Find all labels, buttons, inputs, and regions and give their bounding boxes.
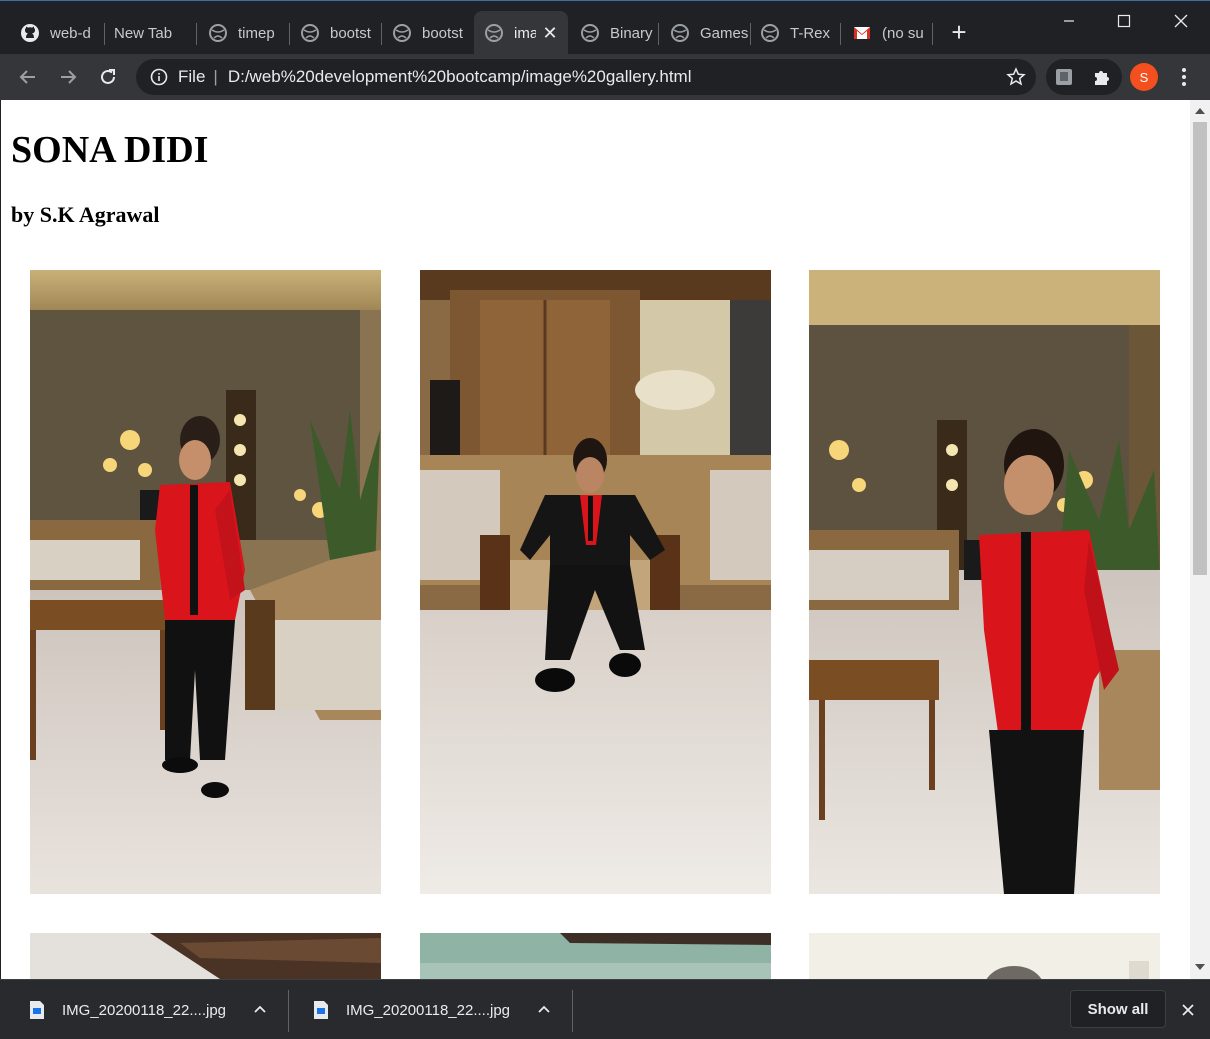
tab-new-tab[interactable]: New Tab — [104, 11, 194, 55]
new-tab-button[interactable]: + — [945, 19, 973, 47]
back-button[interactable] — [12, 61, 44, 93]
tab-separator — [658, 23, 659, 45]
url-text[interactable]: D:/web%20development%20bootcamp/image%20… — [228, 67, 692, 87]
tab-gmail[interactable]: (no su — [842, 11, 930, 55]
globe-icon — [208, 23, 228, 43]
globe-icon — [670, 23, 690, 43]
reload-button[interactable] — [92, 61, 124, 93]
profile-avatar[interactable]: S — [1130, 63, 1158, 91]
download-shelf: IMG_20200118_22....jpg IMG_20200118_22..… — [0, 979, 1210, 1039]
gallery-photo-6[interactable] — [809, 933, 1160, 979]
tab-timep[interactable]: timep — [198, 11, 286, 55]
tab-title: web-d — [50, 24, 91, 42]
tab-title: Games — [700, 24, 748, 42]
extensions-area — [1046, 59, 1122, 95]
show-all-button[interactable]: Show all — [1070, 990, 1166, 1028]
globe-icon — [760, 23, 780, 43]
page-title: SONA DIDI — [11, 129, 209, 171]
file-icon — [314, 1001, 328, 1019]
close-tab-icon[interactable]: ✕ — [540, 23, 560, 43]
scheme-label: File — [178, 67, 206, 86]
tab-binary[interactable]: Binary — [570, 11, 658, 55]
tab-separator — [840, 23, 841, 45]
close-icon[interactable] — [1178, 1000, 1198, 1020]
globe-icon — [484, 23, 504, 43]
chevron-up-icon[interactable] — [536, 1002, 552, 1018]
tab-strip: web-d New Tab timep bootst bootst ima ✕ … — [0, 0, 1210, 55]
arrow-right-icon — [61, 70, 77, 84]
gallery-photo-3[interactable] — [809, 270, 1160, 894]
scroll-down-icon[interactable] — [1195, 964, 1205, 970]
forward-button[interactable] — [52, 61, 84, 93]
tab-title: ima — [514, 24, 536, 42]
kebab-menu-icon[interactable] — [1172, 64, 1196, 90]
gallery-photo-1[interactable] — [30, 270, 381, 894]
github-icon — [20, 23, 40, 43]
maximize-icon — [1117, 14, 1131, 28]
scrollbar-thumb[interactable] — [1193, 122, 1207, 575]
download-filename: IMG_20200118_22....jpg — [346, 1001, 511, 1019]
tab-title: bootst — [422, 24, 463, 42]
extension-icon[interactable] — [1054, 67, 1074, 87]
tab-bootst-1[interactable]: bootst — [290, 11, 380, 55]
puzzle-icon[interactable] — [1092, 67, 1112, 87]
chevron-up-icon[interactable] — [252, 1002, 268, 1018]
reload-icon — [101, 69, 115, 84]
tab-t-rex[interactable]: T-Rex — [750, 11, 838, 55]
tab-separator — [196, 23, 197, 45]
minimize-button[interactable] — [1040, 1, 1098, 41]
vertical-scrollbar[interactable] — [1190, 100, 1210, 979]
globe-icon — [392, 23, 412, 43]
minimize-icon — [1064, 20, 1074, 22]
tab-title: Binary — [610, 24, 653, 42]
browser-toolbar: File | D:/web%20development%20bootcamp/i… — [0, 54, 1210, 100]
tab-title: New Tab — [114, 24, 173, 42]
tab-web-d[interactable]: web-d — [10, 11, 98, 55]
tab-title: timep — [238, 24, 275, 42]
tab-title: T-Rex — [790, 24, 831, 42]
tab-image-gallery[interactable]: ima ✕ — [474, 11, 568, 55]
close-window-button[interactable] — [1152, 1, 1210, 41]
globe-icon — [580, 23, 600, 43]
page-viewport: SONA DIDI by S.K Agrawal — [1, 100, 1190, 979]
download-item-2[interactable]: IMG_20200118_22....jpg — [284, 980, 572, 1039]
download-filename: IMG_20200118_22....jpg — [62, 1001, 227, 1019]
info-icon[interactable] — [150, 68, 168, 86]
arrow-left-icon — [19, 70, 35, 84]
download-separator — [572, 990, 573, 1032]
file-icon — [30, 1001, 44, 1019]
omnibox-divider: | — [213, 67, 218, 86]
address-bar[interactable]: File | D:/web%20development%20bootcamp/i… — [136, 59, 1036, 95]
gallery-photo-4[interactable] — [30, 933, 381, 979]
gmail-icon — [852, 23, 872, 43]
tab-title: bootst — [330, 24, 371, 42]
gallery-photo-5[interactable] — [420, 933, 771, 979]
scroll-up-icon[interactable] — [1195, 108, 1205, 114]
browser-window: web-d New Tab timep bootst bootst ima ✕ … — [0, 0, 1210, 1039]
bookmark-star-icon[interactable] — [1006, 67, 1026, 87]
maximize-button[interactable] — [1095, 1, 1153, 41]
tab-title: (no su — [882, 24, 924, 42]
download-item-1[interactable]: IMG_20200118_22....jpg — [0, 980, 288, 1039]
page-subtitle: by S.K Agrawal — [11, 202, 160, 227]
tab-bootst-2[interactable]: bootst — [382, 11, 472, 55]
globe-icon — [300, 23, 320, 43]
tab-separator — [932, 23, 933, 45]
close-icon — [1174, 14, 1188, 28]
tab-games[interactable]: Games — [660, 11, 748, 55]
gallery-photo-2[interactable] — [420, 270, 771, 894]
